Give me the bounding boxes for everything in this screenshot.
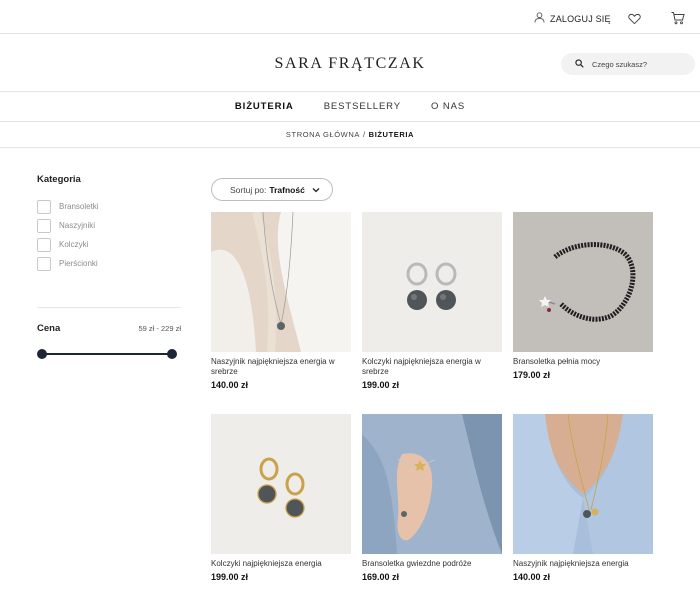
login-link[interactable]: ZALOGUJ SIĘ bbox=[534, 12, 611, 25]
product-name[interactable]: Naszyjnik najpiękniejsza energia bbox=[513, 559, 653, 569]
checkbox[interactable] bbox=[37, 237, 51, 252]
price-range-label: 59 zł - 229 zł bbox=[138, 324, 181, 333]
nav-item-bizuteria[interactable]: BIŻUTERIA bbox=[235, 101, 294, 112]
product-price: 169.00 zł bbox=[362, 572, 400, 582]
filter-sidebar: Kategoria Bransoletki Naszyjniki Kolczyk… bbox=[37, 174, 181, 360]
price-slider[interactable] bbox=[37, 348, 177, 360]
breadcrumb: STRONA GŁÓWNA / BIŻUTERIA bbox=[0, 122, 700, 148]
category-filter-pierscionki[interactable]: Pierścionki bbox=[37, 254, 181, 273]
cart-icon[interactable] bbox=[671, 11, 685, 25]
search-box[interactable] bbox=[561, 53, 695, 75]
product-image-necklace-silver[interactable] bbox=[211, 212, 351, 352]
login-label: ZALOGUJ SIĘ bbox=[550, 13, 611, 24]
slider-handle-max[interactable] bbox=[167, 349, 177, 359]
heart-icon[interactable] bbox=[628, 12, 642, 25]
sort-prefix: Sortuj po: bbox=[230, 184, 267, 195]
product-image-necklace-gold[interactable] bbox=[513, 414, 653, 554]
product-name[interactable]: Naszyjnik najpiękniejsza energia w srebr… bbox=[211, 357, 351, 377]
product-card[interactable]: Bransoletka gwiezdne podróże 169.00 zł bbox=[362, 414, 502, 582]
product-card[interactable]: Naszyjnik najpiękniejsza energia w srebr… bbox=[211, 212, 351, 390]
product-name[interactable]: Bransoletka pełnia mocy bbox=[513, 357, 653, 367]
slider-handle-min[interactable] bbox=[37, 349, 47, 359]
category-label: Kolczyki bbox=[59, 240, 89, 249]
category-label: Naszyjniki bbox=[59, 221, 96, 230]
main-nav: BIŻUTERIA BESTSELLERY O NAS bbox=[0, 92, 700, 122]
nav-item-o-nas[interactable]: O NAS bbox=[431, 101, 465, 112]
top-bar: ZALOGUJ SIĘ bbox=[0, 0, 700, 34]
category-label: Bransoletki bbox=[59, 202, 99, 211]
product-name[interactable]: Kolczyki najpiękniejsza energia bbox=[211, 559, 351, 569]
product-price: 199.00 zł bbox=[362, 380, 400, 390]
product-card[interactable]: Naszyjnik najpiękniejsza energia 140.00 … bbox=[513, 414, 653, 582]
checkbox[interactable] bbox=[37, 256, 51, 271]
product-image-bracelet-wrist[interactable] bbox=[362, 414, 502, 554]
sort-value: Trafność bbox=[269, 184, 305, 195]
category-title: Kategoria bbox=[37, 174, 81, 185]
product-card[interactable]: Kolczyki najpiękniejsza energia w srebrz… bbox=[362, 212, 502, 390]
product-price: 140.00 zł bbox=[513, 572, 551, 582]
breadcrumb-home[interactable]: STRONA GŁÓWNA bbox=[286, 130, 360, 139]
price-filter-header: Cena 59 zł - 229 zł bbox=[37, 323, 181, 334]
category-filter-kolczyki[interactable]: Kolczyki bbox=[37, 235, 181, 254]
sort-dropdown[interactable]: Sortuj po: Trafność bbox=[211, 178, 333, 201]
sidebar-divider bbox=[37, 307, 181, 308]
product-price: 199.00 zł bbox=[211, 572, 249, 582]
product-image-earrings-silver[interactable] bbox=[362, 212, 502, 352]
product-name[interactable]: Bransoletka gwiezdne podróże bbox=[362, 559, 502, 569]
checkbox[interactable] bbox=[37, 199, 51, 214]
price-title: Cena bbox=[37, 323, 61, 334]
slider-track bbox=[41, 353, 173, 355]
category-filter-naszyjniki[interactable]: Naszyjniki bbox=[37, 216, 181, 235]
breadcrumb-current: BIŻUTERIA bbox=[368, 130, 415, 139]
product-card[interactable]: Kolczyki najpiękniejsza energia 199.00 z… bbox=[211, 414, 351, 582]
search-icon bbox=[575, 55, 584, 73]
checkbox[interactable] bbox=[37, 218, 51, 233]
category-filter-bransoletki[interactable]: Bransoletki bbox=[37, 197, 181, 216]
product-card[interactable]: Bransoletka pełnia mocy 179.00 zł bbox=[513, 212, 653, 380]
product-price: 140.00 zł bbox=[211, 380, 249, 390]
logo-row: SARA FRĄTCZAK bbox=[0, 34, 700, 92]
product-name[interactable]: Kolczyki najpiękniejsza energia w srebrz… bbox=[362, 357, 502, 377]
nav-item-bestsellery[interactable]: BESTSELLERY bbox=[324, 101, 401, 112]
search-input[interactable] bbox=[592, 59, 682, 69]
product-price: 179.00 zł bbox=[513, 370, 551, 380]
chevron-down-icon bbox=[312, 186, 320, 194]
product-image-earrings-gold[interactable] bbox=[211, 414, 351, 554]
breadcrumb-separator: / bbox=[362, 130, 366, 139]
product-image-bracelet[interactable] bbox=[513, 212, 653, 352]
category-label: Pierścionki bbox=[59, 259, 98, 268]
user-icon bbox=[534, 12, 545, 25]
